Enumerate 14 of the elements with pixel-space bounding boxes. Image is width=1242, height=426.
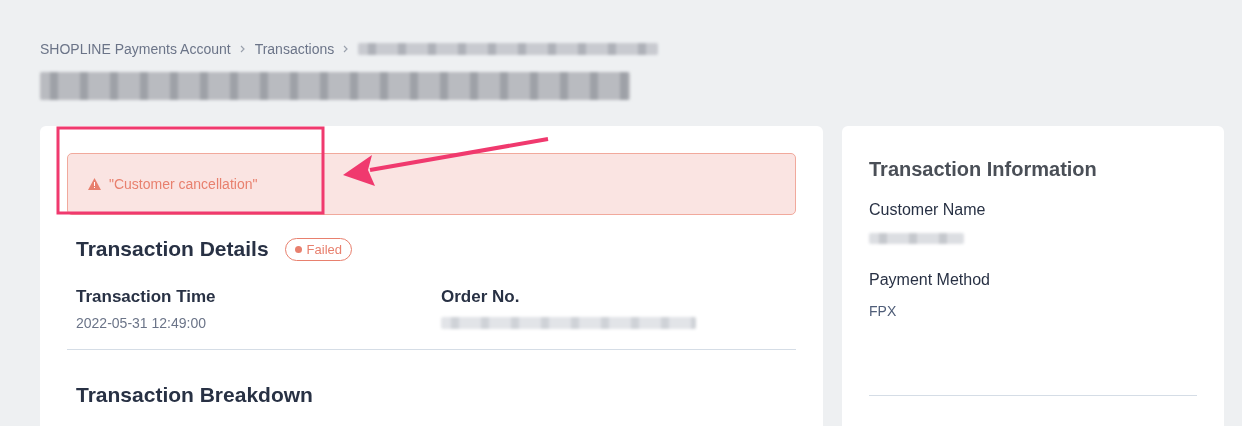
warning-icon — [88, 178, 101, 190]
card-title: Transaction Information — [869, 158, 1098, 181]
chevron-icon — [238, 45, 247, 53]
field-value: FPX — [869, 303, 897, 319]
breadcrumb-link[interactable]: Transactions — [254, 41, 335, 57]
field-label: Order No. — [441, 287, 521, 307]
field-label: Transaction Time — [76, 287, 217, 307]
section-title: Transaction Details — [76, 237, 269, 261]
breadcrumb-link[interactable]: SHOPLINE Payments Account — [40, 41, 231, 57]
field-label: Customer Name — [869, 201, 987, 219]
field-label: Payment Method — [869, 271, 991, 289]
section-title: Transaction Breakdown — [75, 383, 314, 407]
alert-message: "Customer cancellation" — [109, 176, 258, 192]
field-value: 2022-05-31 12:49:00 — [76, 315, 207, 331]
